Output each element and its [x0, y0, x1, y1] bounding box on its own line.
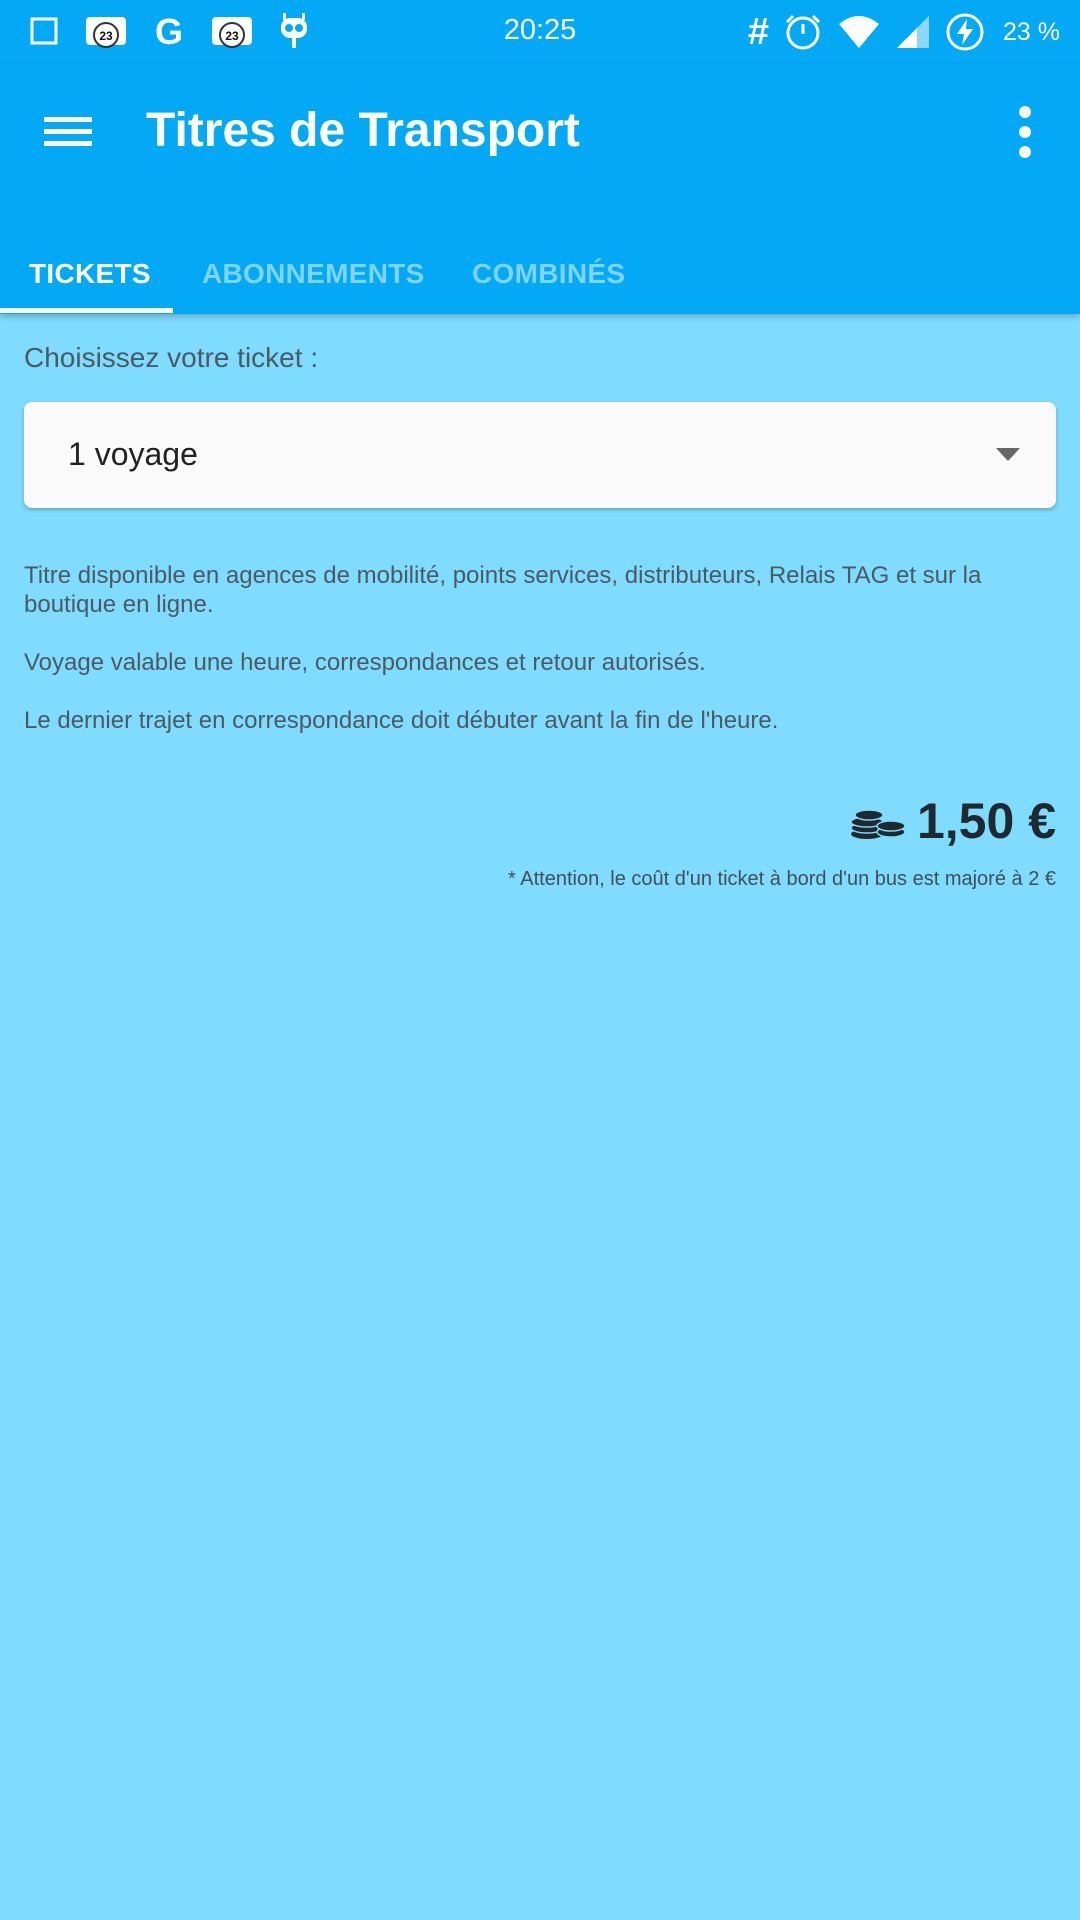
hamburger-menu-icon — [44, 117, 92, 146]
signal-icon — [897, 16, 930, 48]
ticket-select-value: 1 voyage — [68, 436, 198, 472]
description-availability: Titre disponible en agences de mobilité,… — [24, 562, 982, 618]
tab-tickets[interactable]: TICKETS — [29, 234, 151, 314]
choose-ticket-label: Choisissez votre ticket : — [24, 342, 319, 373]
tab-bar: TICKETS ABONNEMENTS COMBINÉS — [0, 234, 1080, 314]
coins-icon — [850, 809, 906, 839]
bus-price-note: * Attention, le coût d'un ticket à bord … — [508, 868, 1056, 890]
battery-percent: 23 % — [1003, 17, 1060, 46]
menu-button[interactable] — [40, 106, 96, 156]
wifi-icon — [839, 16, 880, 48]
app-bar: Titres de Transport TICKETS ABONNEMENTS … — [0, 64, 1080, 314]
tab-combines[interactable]: COMBINÉS — [472, 234, 625, 314]
status-bar-right-icons: # 23 % — [748, 12, 1060, 52]
more-options-button[interactable] — [1010, 102, 1040, 162]
ticket-price: 1,50 € — [916, 793, 1056, 849]
hash-icon: # — [747, 11, 770, 53]
more-vert-icon — [1019, 106, 1031, 158]
tab-abonnements[interactable]: ABONNEMENTS — [202, 234, 425, 314]
dropdown-arrow-icon — [996, 448, 1020, 461]
status-bar: 23 G 23 20:25 # 23 % — [0, 0, 1080, 64]
alarm-icon — [785, 14, 821, 50]
description-transfer: Le dernier trajet en correspondance doit… — [24, 707, 779, 734]
battery-charging-icon — [946, 13, 984, 51]
page-title: Titres de Transport — [146, 104, 580, 157]
price-row: 1,50 € — [845, 792, 1056, 850]
description-validity: Voyage valable une heure, correspondance… — [24, 649, 706, 676]
tab-indicator — [0, 308, 173, 313]
ticket-select[interactable]: 1 voyage — [24, 402, 1056, 508]
